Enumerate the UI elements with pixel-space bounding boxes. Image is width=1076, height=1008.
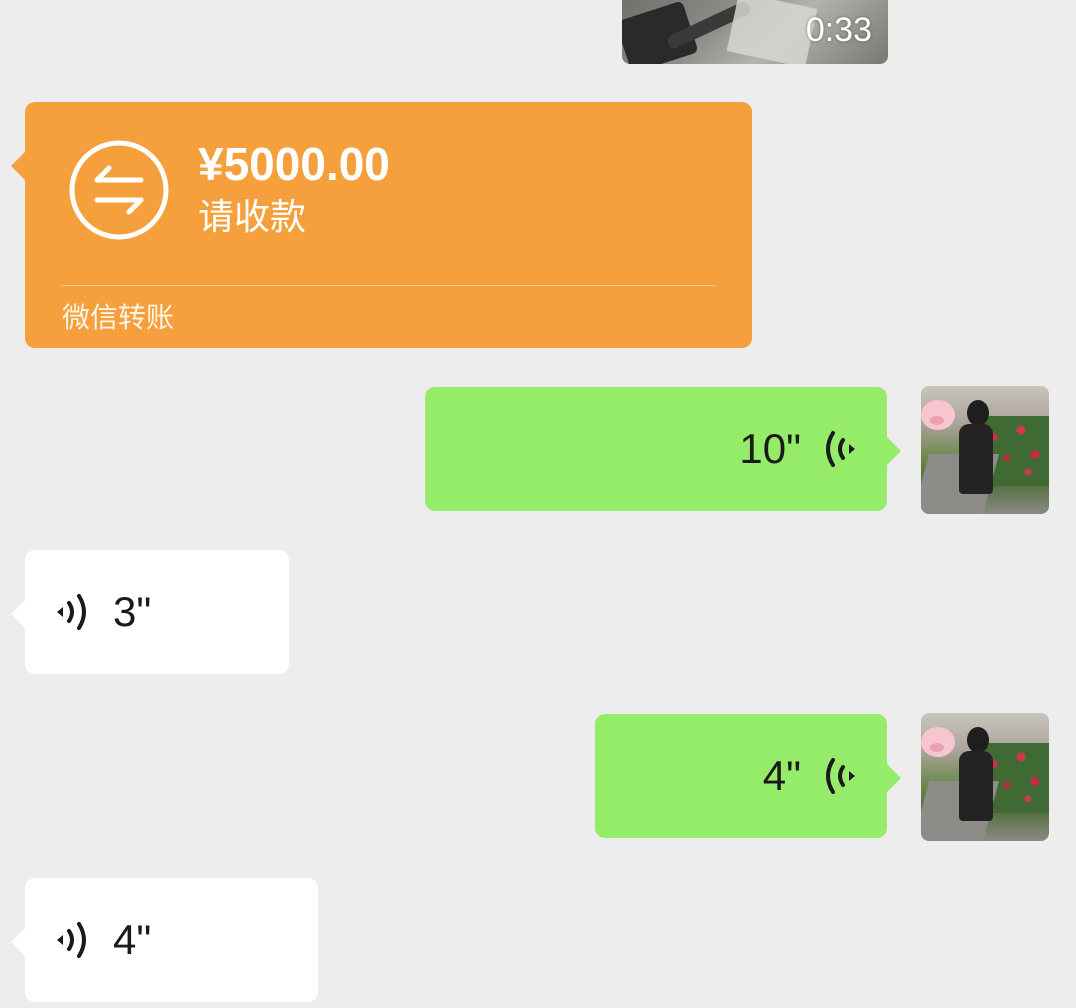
voice-message-received[interactable]: 3" <box>11 550 289 674</box>
voice-duration: 3" <box>113 588 152 635</box>
voice-message-received[interactable]: 4" <box>11 878 318 1002</box>
voice-message-sent[interactable]: 4" <box>595 714 901 838</box>
transfer-divider <box>61 285 716 286</box>
voice-wave-icon <box>57 922 86 958</box>
transfer-status: 请收款 <box>198 197 307 238</box>
voice-duration: 10" <box>739 425 801 472</box>
voice-message-sent[interactable]: 10" <box>425 387 901 511</box>
pig-sticker-icon <box>921 727 955 757</box>
transfer-arrows-icon <box>69 140 169 240</box>
transfer-card[interactable]: ¥5000.00 请收款 微信转账 <box>11 102 752 348</box>
voice-duration: 4" <box>762 752 801 799</box>
pig-sticker-icon <box>921 400 955 430</box>
video-message-thumbnail[interactable]: 0:33 <box>622 0 888 64</box>
avatar-person <box>959 751 993 821</box>
avatar-person <box>959 424 993 494</box>
voice-wave-icon <box>57 594 86 630</box>
voice-duration: 4" <box>113 916 152 963</box>
video-frame-object <box>726 0 818 64</box>
voice-wave-icon <box>826 431 855 467</box>
user-avatar[interactable] <box>921 386 1049 514</box>
avatar-person <box>967 400 989 426</box>
avatar-person <box>967 727 989 753</box>
video-duration: 0:33 <box>805 11 872 49</box>
transfer-amount: ¥5000.00 <box>198 138 390 190</box>
user-avatar[interactable] <box>921 713 1049 841</box>
voice-wave-icon <box>826 758 855 794</box>
transfer-footer-label: 微信转账 <box>62 301 175 334</box>
